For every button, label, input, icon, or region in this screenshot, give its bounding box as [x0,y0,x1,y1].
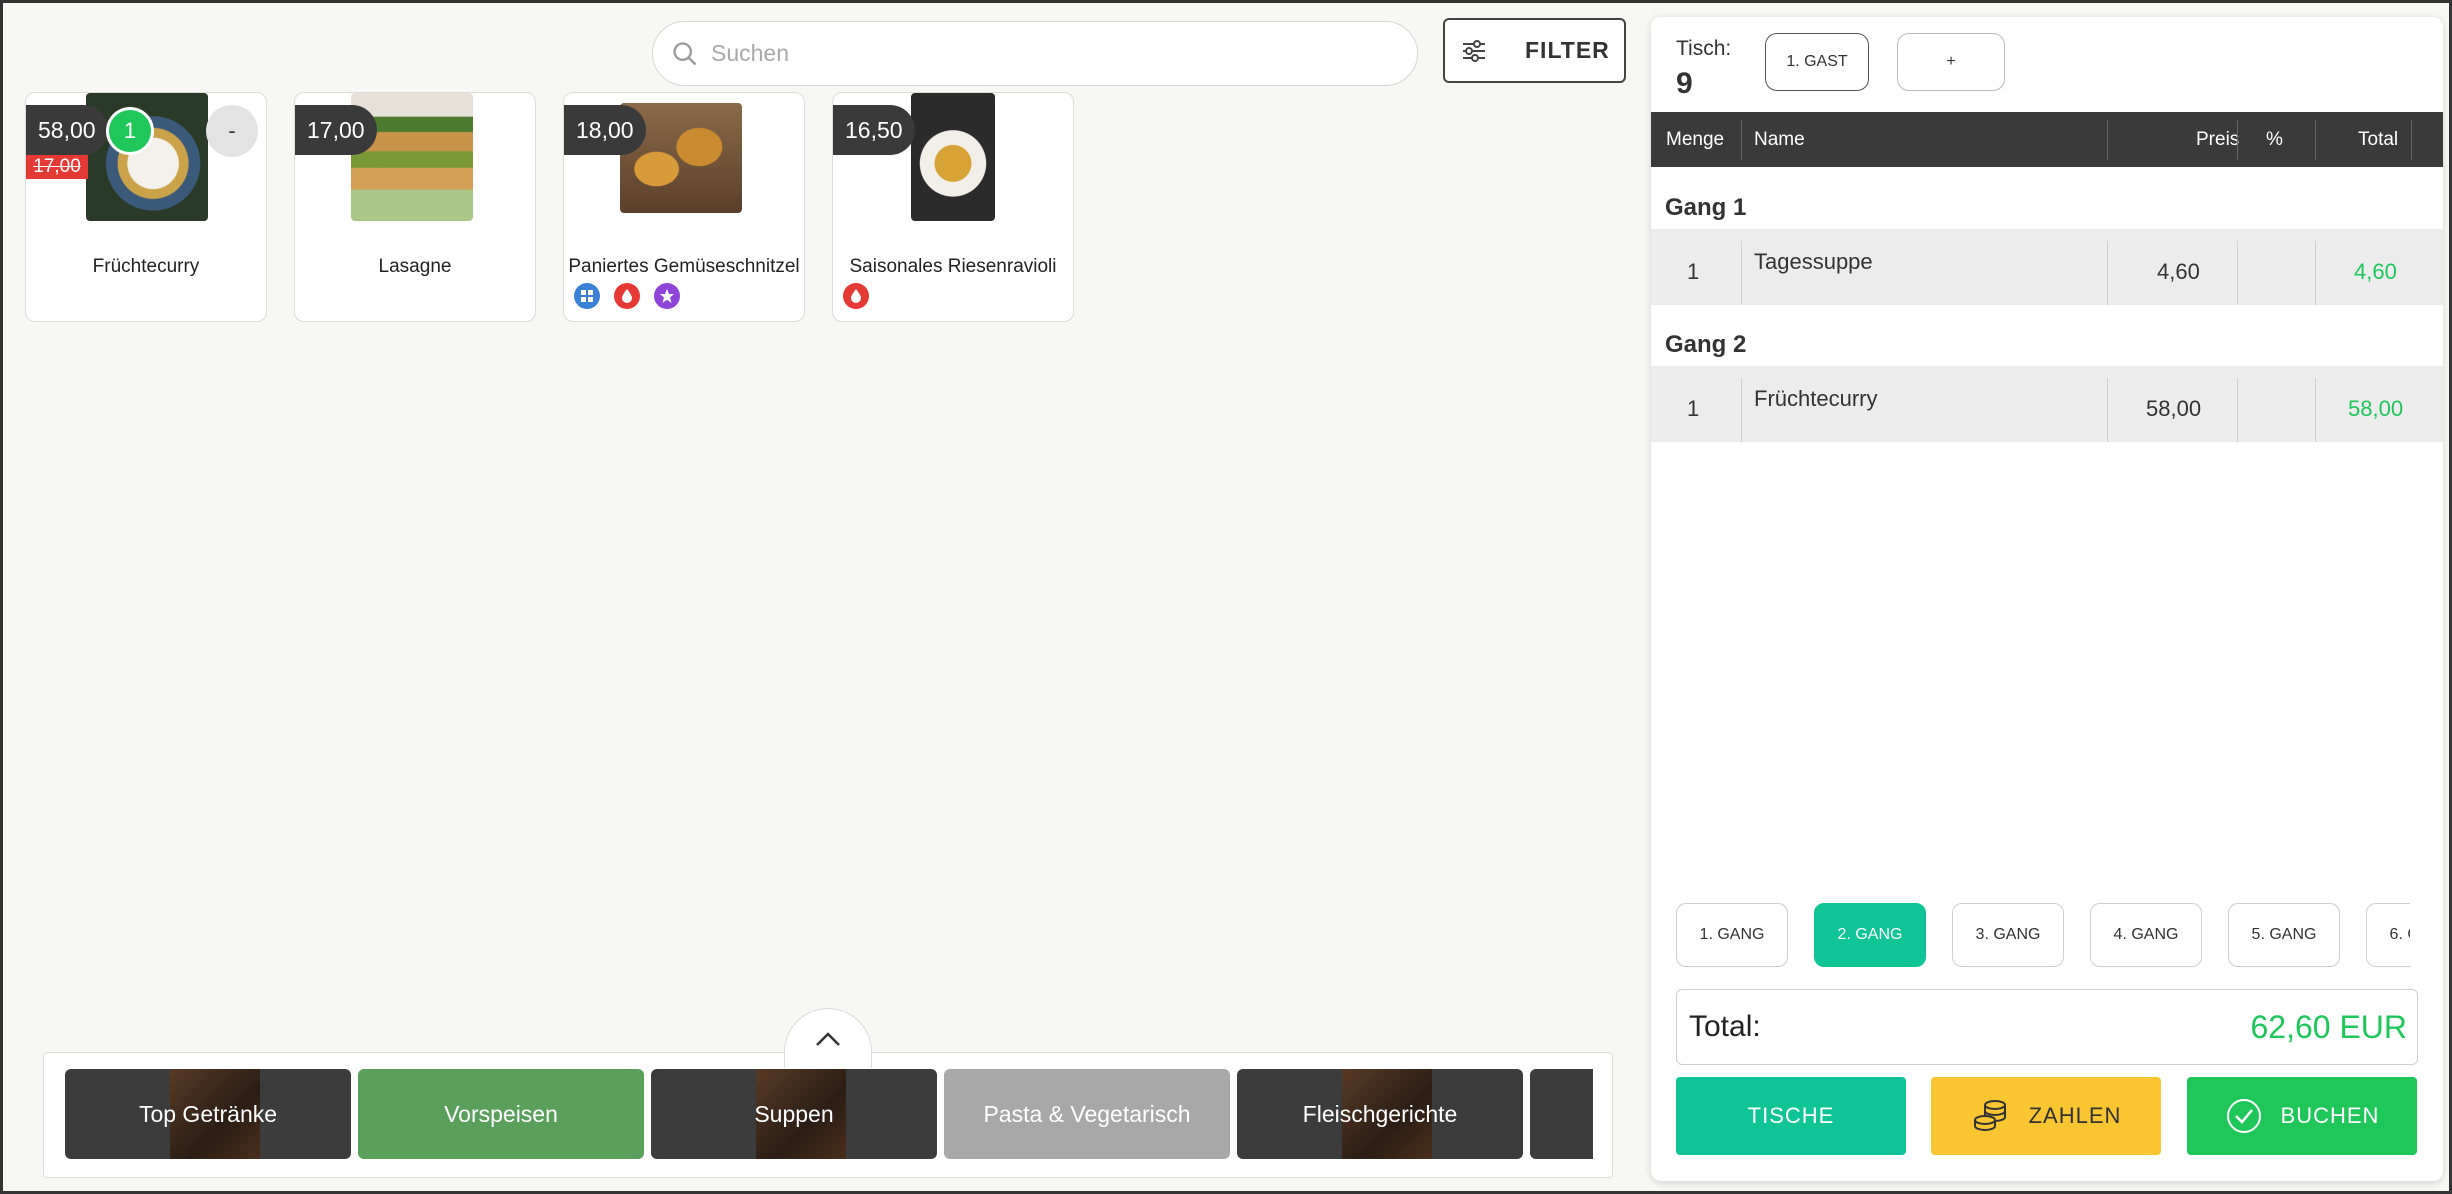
category-pasta-vegetarisch[interactable]: Pasta & Vegetarisch [944,1069,1230,1159]
gang-button-3[interactable]: 3. GANG [1952,903,2064,967]
order-table-header: Menge Name Preis % Total [1651,112,2443,167]
column-menge: Menge [1666,128,1725,150]
column-name: Name [1754,128,1805,150]
guest-button[interactable]: 1. GAST [1765,33,1869,91]
column-preis: Preis [2196,128,2240,150]
gang-button-5[interactable]: 5. GANG [2228,903,2340,967]
category-fleischgerichte[interactable]: Fleischgerichte [1237,1069,1523,1159]
drop-icon [843,283,869,309]
old-price-badge: 17,00 [26,155,88,179]
order-name: Tagessuppe [1754,249,1873,274]
quantity-badge: 1 [106,107,154,155]
order-qty: 1 [1687,396,1700,421]
order-panel: Tisch: 9 1. GAST + Menge Name Preis % To… [1651,17,2443,1181]
gang-title: Gang 1 [1665,194,1747,221]
expand-categories-button[interactable] [784,1008,872,1068]
price-badge: 17,00 [295,105,377,155]
table-label: Tisch: [1676,37,1732,60]
product-name: Paniertes Gemüseschnitzel [568,256,800,277]
search-bar[interactable] [652,21,1418,86]
chevron-up-icon [816,1031,840,1046]
check-circle-icon [2226,1099,2261,1133]
decrement-button[interactable]: - [206,105,258,157]
order-total: 4,60 [2354,259,2397,284]
gang-selector: 1. GANG 2. GANG 3. GANG 4. GANG 5. GANG … [1676,903,2410,973]
add-guest-button[interactable]: + [1897,33,2005,91]
table-number: 9 [1676,67,1693,100]
total-label: Total: [1689,1010,1761,1043]
sliders-icon [1463,39,1485,62]
price-badge: 16,50 [833,105,915,155]
product-card-riesenravioli[interactable]: 16,50 Saisonales Riesenravioli [832,92,1074,322]
order-row[interactable]: 1 Tagessuppe 4,60 4,60 [1651,229,2443,305]
drop-icon [614,283,640,309]
column-total: Total [2358,128,2399,150]
order-price: 58,00 [2146,396,2202,421]
product-card-lasagne[interactable]: 17,00 Lasagne [294,92,536,322]
coins-icon [1973,1100,2006,1132]
search-icon [673,41,697,65]
search-input[interactable] [711,40,1391,67]
product-name: Lasagne [378,256,452,277]
category-suppen[interactable]: Suppen [651,1069,937,1159]
order-total: 58,00 [2348,396,2404,421]
price-badge: 58,00 [26,105,108,155]
total-value: 62,60 EUR [2250,1008,2407,1045]
product-name: Saisonales Riesenravioli [849,256,1057,277]
order-name: Früchtecurry [1754,386,1878,411]
gang-button-2[interactable]: 2. GANG [1814,903,1926,967]
gang-button-4[interactable]: 4. GANG [2090,903,2202,967]
product-card-gemueseschnitzel[interactable]: 18,00 Paniertes Gemüseschnitzel [563,92,805,322]
product-image [911,93,995,221]
gang-title: Gang 2 [1665,331,1747,358]
gang-button-1[interactable]: 1. GANG [1676,903,1788,967]
category-list: Top Getränke Vorspeisen Suppen Pasta & V… [65,1069,1593,1159]
star-icon [654,283,680,309]
tables-button[interactable]: TISCHE [1676,1077,1906,1155]
book-button[interactable]: BUCHEN [2187,1077,2417,1155]
order-total-box: Total: 62,60 EUR [1676,989,2418,1065]
order-row[interactable]: 1 Früchtecurry 58,00 58,00 [1651,366,2443,442]
product-name: Früchtecurry [92,256,200,277]
grid-icon [574,283,600,309]
category-next[interactable] [1530,1069,1593,1159]
product-card-fruechtecurry[interactable]: 58,00 17,00 1 - Früchtecurry [25,92,267,322]
product-image [86,93,208,221]
filter-label: FILTER [1525,37,1610,63]
pay-button[interactable]: ZAHLEN [1931,1077,2161,1155]
filter-button[interactable]: FILTER [1443,18,1626,83]
order-price: 4,60 [2157,259,2200,284]
order-qty: 1 [1687,259,1700,284]
column-discount: % [2266,128,2283,150]
gang-button-6[interactable]: 6. GANG [2366,903,2410,967]
category-top-getraenke[interactable]: Top Getränke [65,1069,351,1159]
price-badge: 18,00 [564,105,646,155]
category-vorspeisen[interactable]: Vorspeisen [358,1069,644,1159]
